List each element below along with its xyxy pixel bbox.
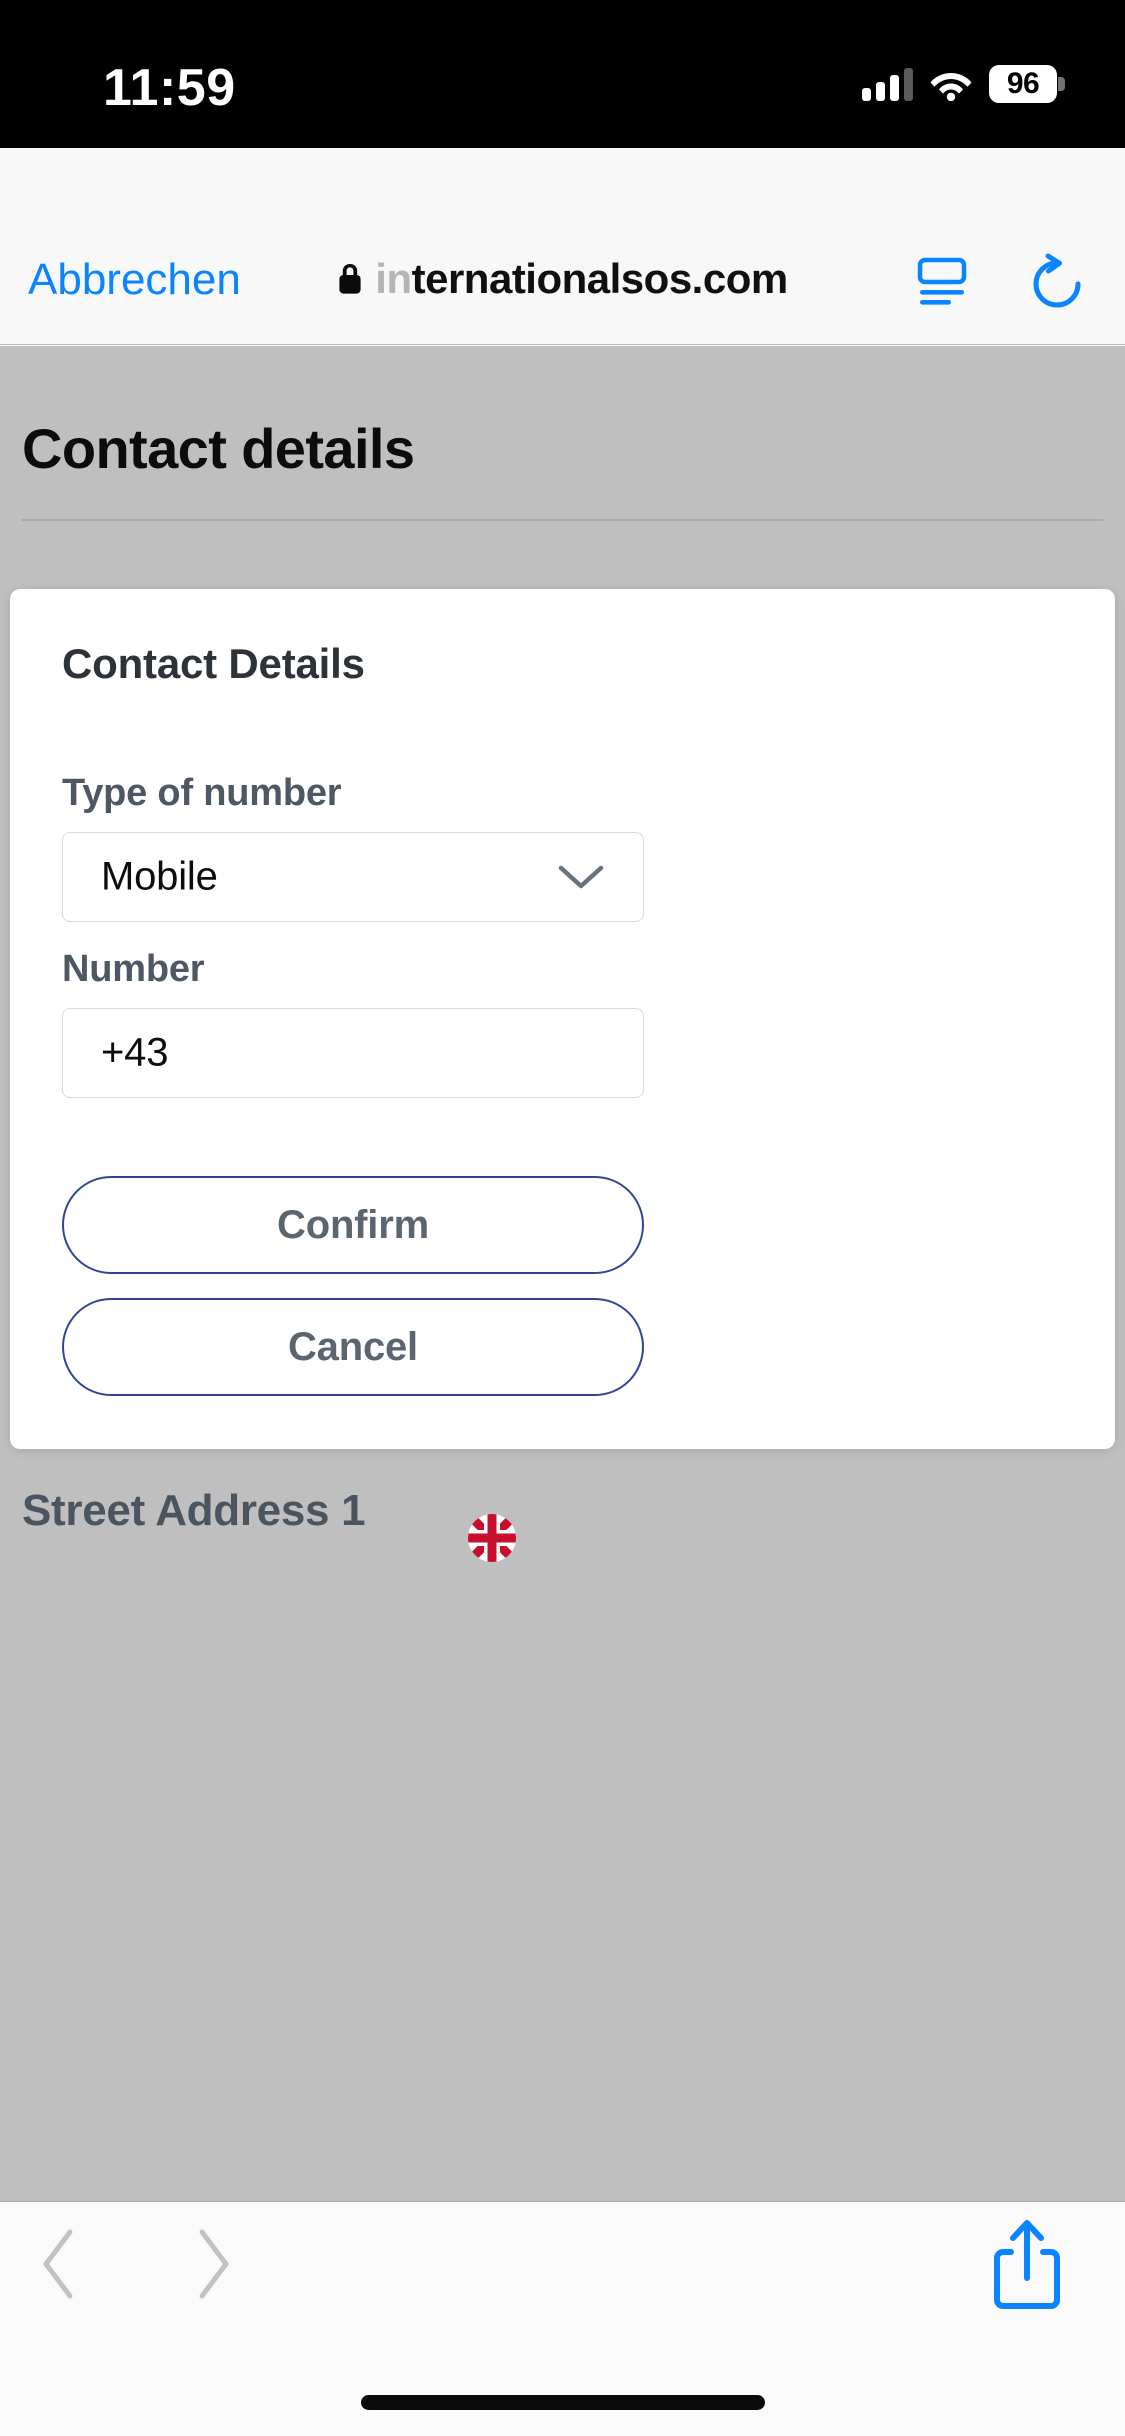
status-bar: 11:59 96 <box>0 0 1125 148</box>
number-input[interactable]: +43 <box>62 1008 644 1098</box>
uk-flag-icon <box>468 1514 516 1562</box>
url-text: internationalsos.com <box>375 255 789 303</box>
url-visible: ternationalsos.com <box>411 255 789 302</box>
cancel-button[interactable]: Abbrechen <box>28 255 241 305</box>
battery-percent: 96 <box>1006 67 1040 100</box>
battery-cap <box>1058 77 1065 91</box>
home-indicator <box>360 2395 765 2410</box>
modal-cancel-button[interactable]: Cancel <box>62 1298 644 1396</box>
status-indicators: 96 <box>862 58 1065 110</box>
chevron-left-icon[interactable] <box>32 2226 86 2302</box>
browser-sheet: Abbrechen internationalsos.com Contact d… <box>0 117 1125 2436</box>
confirm-button[interactable]: Confirm <box>62 1176 644 1274</box>
web-page-content: Contact details Street Address 1 Contact… <box>0 346 1125 2436</box>
battery-icon: 96 <box>989 65 1065 103</box>
url-faded-prefix: in <box>375 255 412 302</box>
browser-bottom-toolbar <box>0 2201 1125 2436</box>
share-icon[interactable] <box>991 2216 1063 2312</box>
status-time: 11:59 <box>103 59 236 117</box>
phone-screen: 11:59 96 Abbrechen internationalsos.com … <box>0 0 1125 2436</box>
type-of-number-label: Type of number <box>62 772 342 814</box>
page-title: Contact details <box>22 417 415 480</box>
modal-title: Contact Details <box>62 640 365 687</box>
browser-toolbar: Abbrechen internationalsos.com <box>0 117 1125 345</box>
street-address-label: Street Address 1 <box>22 1486 366 1535</box>
chevron-right-icon[interactable] <box>186 2226 240 2302</box>
page-divider <box>22 519 1103 521</box>
cellular-signal-icon <box>862 67 913 101</box>
reader-view-icon[interactable] <box>917 257 973 309</box>
lock-icon <box>339 264 361 294</box>
number-value: +43 <box>101 1030 169 1075</box>
number-label: Number <box>62 948 205 990</box>
contact-details-modal: Contact Details Type of number Mobile Nu… <box>10 589 1115 1449</box>
chevron-down-icon <box>558 865 604 889</box>
wifi-icon <box>930 73 972 101</box>
type-of-number-select[interactable]: Mobile <box>62 832 644 922</box>
type-of-number-value: Mobile <box>101 854 218 899</box>
reload-icon[interactable] <box>1029 253 1085 311</box>
